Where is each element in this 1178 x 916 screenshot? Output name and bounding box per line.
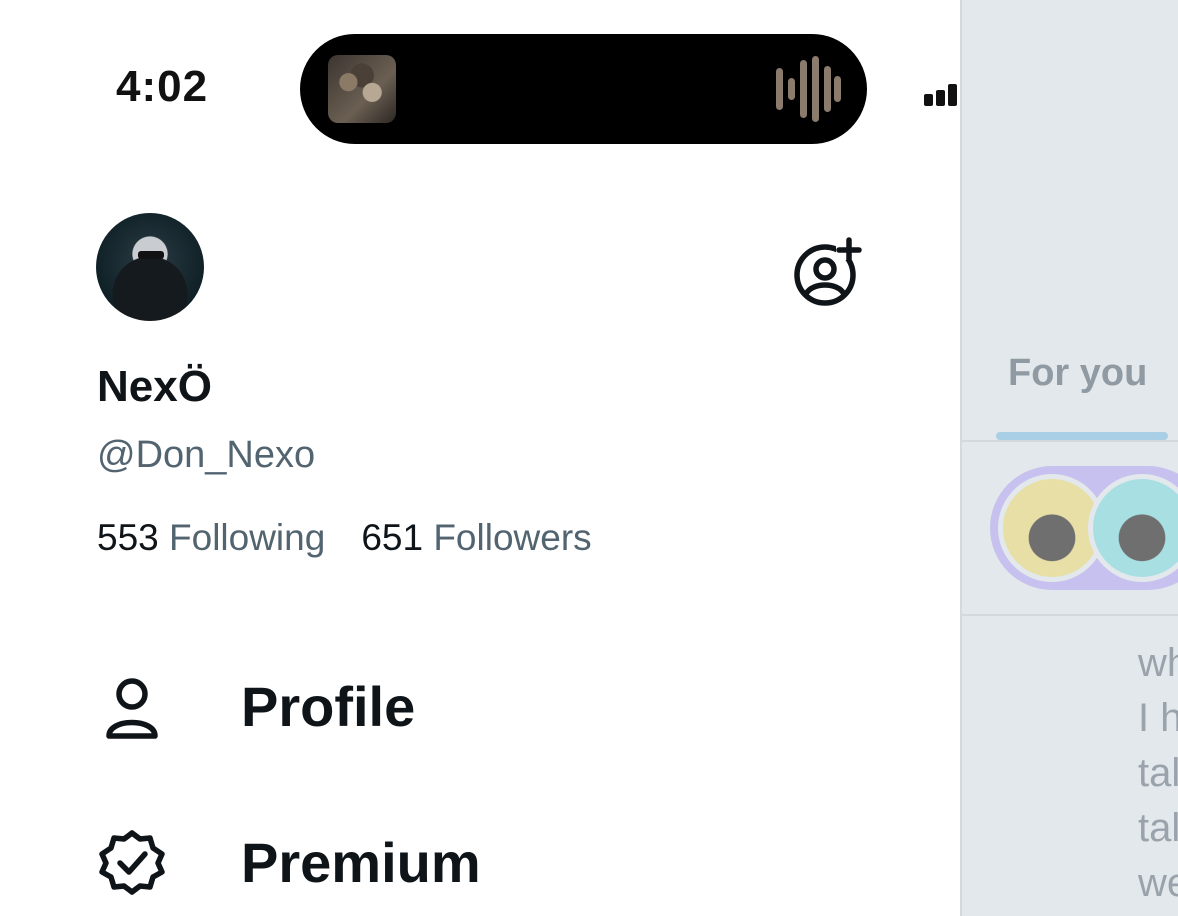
- status-time: 4:02: [116, 62, 209, 111]
- display-name[interactable]: NexÖ: [97, 362, 212, 412]
- nav-item-profile[interactable]: Profile: [96, 670, 415, 742]
- following-count: 553: [97, 517, 159, 558]
- audio-waveform-icon: [776, 56, 841, 122]
- tweet-line: we: [1138, 861, 1178, 905]
- divider: [962, 440, 1178, 442]
- add-account-icon[interactable]: [792, 236, 864, 308]
- avatar[interactable]: [96, 213, 204, 321]
- tab-active-indicator: [996, 432, 1168, 440]
- user-handle: @Don_Nexo: [97, 434, 316, 476]
- divider: [962, 614, 1178, 616]
- tweet-line: tal: [1138, 751, 1178, 795]
- tweet-line: wh: [1138, 641, 1178, 685]
- nav-label-premium: Premium: [241, 830, 481, 894]
- follow-stats: 553 Following 651 Followers: [97, 517, 592, 559]
- nav-item-premium[interactable]: Premium: [96, 826, 481, 898]
- following-link[interactable]: 553 Following: [97, 517, 325, 558]
- album-artwork[interactable]: [328, 55, 396, 123]
- tab-for-you[interactable]: For you: [1008, 352, 1147, 395]
- followers-label: Followers: [433, 517, 592, 558]
- person-icon: [106, 678, 158, 739]
- tweet-line: I h: [1138, 696, 1178, 740]
- followers-count: 651: [361, 517, 424, 558]
- tweet-line: tal: [1138, 806, 1178, 850]
- verified-badge-icon: [99, 830, 165, 895]
- tweet-text[interactable]: wh I h tal tal we: [1138, 636, 1178, 911]
- dynamic-island-now-playing[interactable]: [300, 34, 867, 144]
- followers-link[interactable]: 651 Followers: [361, 517, 591, 558]
- nav-label-profile: Profile: [241, 674, 416, 738]
- following-label: Following: [169, 517, 326, 558]
- timeline-backdrop[interactable]: For you wh I h tal tal we: [960, 0, 1178, 916]
